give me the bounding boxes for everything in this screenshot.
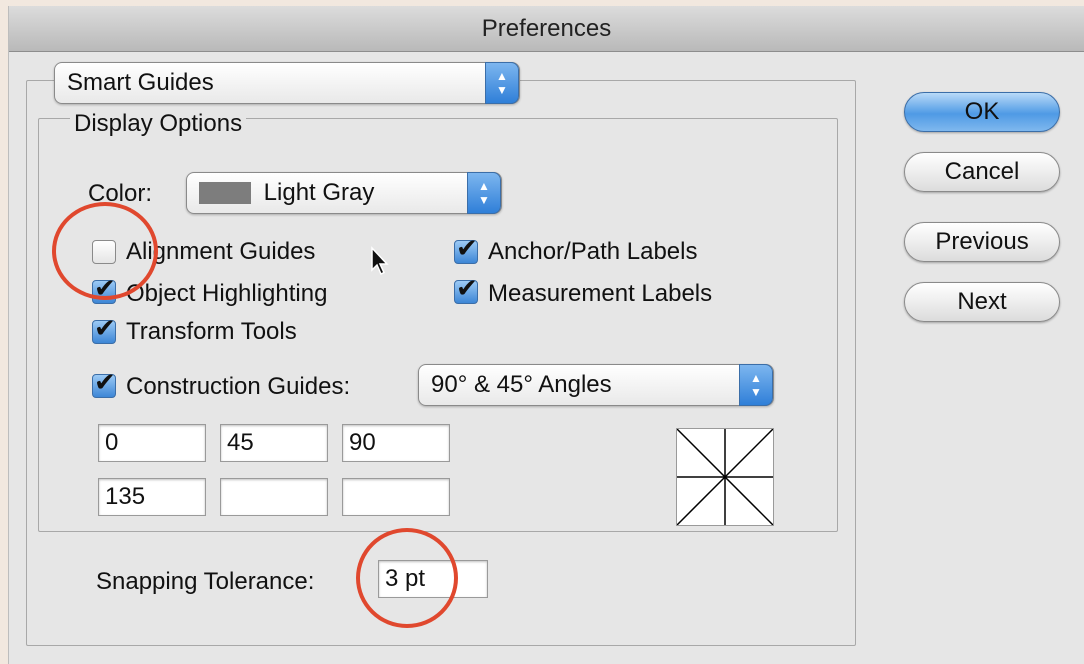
angles-preview xyxy=(676,428,774,526)
measurement-labels-checkbox[interactable]: ✔ xyxy=(454,274,478,304)
measurement-labels-label: Measurement Labels xyxy=(488,280,713,307)
checkmark-icon: ✔ xyxy=(456,234,478,264)
construction-guides-popup-value: 90° & 45° Angles xyxy=(431,371,612,398)
anchor-path-labels-label: Anchor/Path Labels xyxy=(488,238,698,265)
color-swatch xyxy=(199,182,251,204)
angles-preview-icon xyxy=(676,428,774,526)
checkmark-icon: ✔ xyxy=(94,314,116,344)
angle-field-6[interactable] xyxy=(342,478,450,516)
updown-arrows-icon: ▲ ▼ xyxy=(485,62,519,104)
checkmark-icon: ✔ xyxy=(94,368,116,398)
anchor-path-labels-checkbox[interactable]: ✔ xyxy=(454,234,478,264)
color-popup-value: Light Gray xyxy=(263,179,375,206)
construction-guides-checkbox[interactable]: ✔ xyxy=(92,368,116,398)
next-button[interactable]: Next xyxy=(904,282,1060,322)
previous-button[interactable]: Previous xyxy=(904,222,1060,262)
snapping-tolerance-label: Snapping Tolerance: xyxy=(96,568,315,595)
section-popup[interactable]: Smart Guides ▲ ▼ xyxy=(54,62,520,104)
angle-field-2[interactable]: 45 xyxy=(220,424,328,462)
display-options-legend: Display Options xyxy=(70,110,247,138)
mouse-pointer-icon xyxy=(370,246,392,281)
checkmark-icon: ✔ xyxy=(456,274,478,304)
color-popup[interactable]: Light Gray ▲ ▼ xyxy=(186,172,502,214)
object-highlighting-label: Object Highlighting xyxy=(126,280,328,307)
section-popup-value: Smart Guides xyxy=(67,69,214,96)
angle-field-1[interactable]: 0 xyxy=(98,424,206,462)
updown-arrows-icon: ▲ ▼ xyxy=(739,364,773,406)
window-title: Preferences xyxy=(9,6,1084,52)
construction-guides-popup[interactable]: 90° & 45° Angles ▲ ▼ xyxy=(418,364,774,406)
updown-arrows-icon: ▲ ▼ xyxy=(467,172,501,214)
ok-button[interactable]: OK xyxy=(904,92,1060,132)
angle-field-5[interactable] xyxy=(220,478,328,516)
angle-field-3[interactable]: 90 xyxy=(342,424,450,462)
angle-field-4[interactable]: 135 xyxy=(98,478,206,516)
annotation-circle-snapping xyxy=(356,528,458,628)
construction-guides-label: Construction Guides: xyxy=(126,373,351,400)
transform-tools-checkbox[interactable]: ✔ xyxy=(92,314,116,344)
cancel-button[interactable]: Cancel xyxy=(904,152,1060,192)
transform-tools-label: Transform Tools xyxy=(126,318,297,345)
annotation-circle-alignment xyxy=(52,202,158,300)
